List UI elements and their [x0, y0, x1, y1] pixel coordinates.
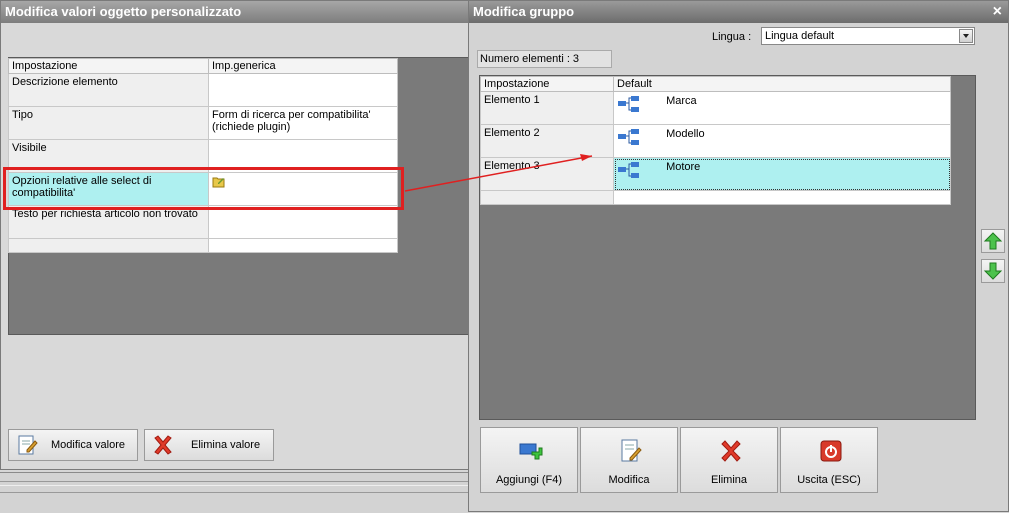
- table-row[interactable]: Elemento 2 Modello: [480, 124, 951, 158]
- modifica-valore-button[interactable]: Modifica valore: [8, 429, 138, 461]
- left-window-title: Modifica valori oggetto personalizzato: [1, 1, 469, 23]
- table-row[interactable]: Testo per richiesta articolo non trovato: [8, 205, 398, 239]
- row-value[interactable]: [208, 205, 398, 239]
- numero-elementi-box: Numero elementi : 3: [477, 50, 612, 68]
- right-window-title: Modifica gruppo: [469, 1, 1008, 23]
- close-icon[interactable]: ×: [993, 3, 1002, 21]
- row-value[interactable]: [613, 190, 951, 205]
- table-row[interactable]: Descrizione elemento: [8, 73, 398, 107]
- hierarchy-icon: [618, 162, 639, 178]
- modifica-valore-label: Modifica valore: [51, 439, 125, 451]
- column-header-default[interactable]: Default: [613, 76, 951, 92]
- table-row[interactable]: [8, 238, 398, 253]
- table-row[interactable]: Tipo Form di ricerca per compatibilita' …: [8, 106, 398, 140]
- aggiungi-button[interactable]: Aggiungi (F4): [480, 427, 578, 493]
- row-value[interactable]: [208, 238, 398, 253]
- scroll-line: [0, 492, 470, 495]
- column-header-impostazione[interactable]: Impostazione: [480, 76, 614, 92]
- table-row-selected[interactable]: Elemento 3 Motore: [480, 157, 951, 191]
- row-value[interactable]: Marca: [613, 91, 951, 125]
- hierarchy-icon: [618, 96, 639, 112]
- elimina-label: Elimina: [710, 474, 748, 486]
- move-down-button[interactable]: [981, 259, 1005, 283]
- right-window: Modifica gruppo × Lingua : Lingua defaul…: [468, 0, 1009, 512]
- left-settings-table: Impostazione Imp.generica Descrizione el…: [8, 58, 398, 253]
- table-row[interactable]: [480, 190, 951, 205]
- column-header-impostazione[interactable]: Impostazione: [8, 58, 209, 74]
- arrow-down-icon: [983, 262, 1003, 280]
- elimina-button[interactable]: Elimina: [680, 427, 778, 493]
- row-value[interactable]: Form di ricerca per compatibilita' (rich…: [208, 106, 398, 140]
- edit-document-icon: [18, 435, 38, 455]
- add-item-icon: [519, 443, 543, 460]
- hierarchy-icon: [618, 129, 639, 145]
- aggiungi-label: Aggiungi (F4): [495, 474, 563, 486]
- power-icon: [820, 440, 842, 462]
- row-value-text: Marca: [666, 95, 697, 107]
- row-label: Elemento 3: [480, 157, 614, 191]
- uscita-button[interactable]: Uscita (ESC): [780, 427, 878, 493]
- row-value-text: Motore: [666, 161, 701, 173]
- elimina-valore-button[interactable]: Elimina valore: [144, 429, 274, 461]
- annotation-highlight-box: [3, 167, 404, 210]
- modifica-button[interactable]: Modifica: [580, 427, 678, 493]
- scroll-line: [0, 481, 470, 486]
- column-header-imp-generica[interactable]: Imp.generica: [208, 58, 398, 74]
- row-label: [480, 190, 614, 205]
- row-label: Descrizione elemento: [8, 73, 209, 107]
- arrow-up-icon: [983, 232, 1003, 250]
- row-value[interactable]: [208, 73, 398, 107]
- row-label: Elemento 1: [480, 91, 614, 125]
- numero-elementi-label: Numero elementi : 3: [480, 53, 580, 65]
- elimina-valore-label: Elimina valore: [191, 439, 261, 451]
- row-label: Tipo: [8, 106, 209, 140]
- red-x-icon: [721, 440, 741, 462]
- group-elements-table: Impostazione Default Elemento 1 Marca El…: [480, 76, 951, 205]
- edit-document-icon: [621, 439, 642, 462]
- move-up-button[interactable]: [981, 229, 1005, 253]
- lingua-label: Lingua :: [712, 31, 752, 43]
- row-value-text: Modello: [666, 128, 705, 140]
- row-value[interactable]: Motore: [613, 157, 951, 191]
- left-window-bottom-bar: [0, 472, 470, 513]
- row-label: [8, 238, 209, 253]
- row-label: Testo per richiesta articolo non trovato: [8, 205, 209, 239]
- lingua-select-value: Lingua default: [765, 30, 835, 42]
- modifica-label: Modifica: [608, 474, 650, 486]
- row-label: Elemento 2: [480, 124, 614, 158]
- red-x-icon: [154, 435, 172, 455]
- uscita-label: Uscita (ESC): [797, 474, 861, 486]
- chevron-down-icon[interactable]: [959, 29, 973, 43]
- lingua-select[interactable]: Lingua default: [761, 27, 975, 45]
- row-value[interactable]: Modello: [613, 124, 951, 158]
- left-window: Modifica valori oggetto personalizzato I…: [0, 0, 471, 476]
- table-row[interactable]: Elemento 1 Marca: [480, 91, 951, 125]
